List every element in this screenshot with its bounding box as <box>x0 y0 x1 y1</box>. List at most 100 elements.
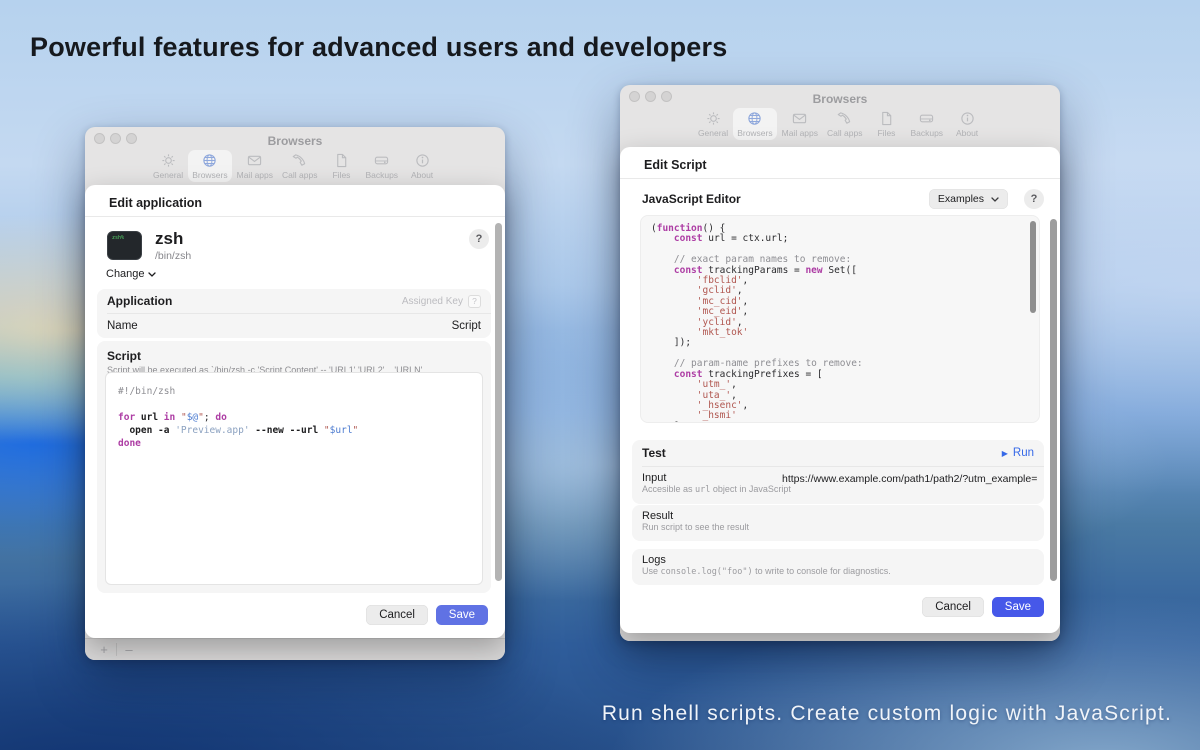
right-titlebar: Browsers <box>620 85 1060 107</box>
terminal-app-icon: zsh% <box>107 231 142 260</box>
logs-group: Logs Use console.log("foo") to write to … <box>632 549 1044 585</box>
chevron-down-icon <box>991 197 999 202</box>
left-titlebar: Browsers <box>85 127 505 149</box>
app-name: zsh <box>155 229 183 249</box>
settings-toolbar: General Browsers Mail apps Call apps Files Ba… <box>85 150 505 186</box>
examples-dropdown[interactable]: Examples <box>929 189 1008 209</box>
toolbar-item-label: General <box>153 170 183 180</box>
toolbar-item-label: Files <box>877 128 895 138</box>
right-window: Browsers General Browsers Mail apps Call ap… <box>620 85 1060 641</box>
result-hint: Run script to see the result <box>642 522 1034 532</box>
toolbar-item-label: About <box>956 128 978 138</box>
help-button[interactable]: ? <box>1024 189 1044 209</box>
globe-icon <box>202 153 217 168</box>
play-icon: ▶ <box>1002 449 1008 458</box>
toolbar-item-mail-apps[interactable]: Mail apps <box>233 150 277 182</box>
toolbar-item-label: Browsers <box>737 128 772 138</box>
settings-toolbar: General Browsers Mail apps Call apps Files Ba… <box>620 108 1060 144</box>
sheet-title: Edit Script <box>644 158 707 172</box>
mail-icon <box>247 153 262 168</box>
toolbar-item-label: Mail apps <box>782 128 818 138</box>
toolbar-item-about[interactable]: About <box>403 150 441 182</box>
toolbar-item-label: Browsers <box>192 170 227 180</box>
toolbar-item-general[interactable]: General <box>694 108 732 140</box>
divider <box>85 216 505 217</box>
cancel-button[interactable]: Cancel <box>366 605 428 625</box>
result-group: Result Run script to see the result <box>632 505 1044 541</box>
test-group: Test ▶ Run Input Accesible as url object… <box>632 440 1044 504</box>
toolbar-item-about[interactable]: About <box>948 108 986 140</box>
gear-icon <box>161 153 176 168</box>
assigned-key-help-button[interactable]: ? <box>468 295 481 308</box>
bottom-bar-divider <box>116 643 117 656</box>
desktop: Powerful features for advanced users and… <box>0 0 1200 750</box>
app-path: /bin/zsh <box>155 250 191 262</box>
toolbar-item-label: Mail apps <box>237 170 273 180</box>
toolbar-item-backups[interactable]: Backups <box>906 108 947 140</box>
window-title: Browsers <box>620 92 1060 106</box>
toolbar-item-call-apps[interactable]: Call apps <box>823 108 866 140</box>
toolbar-item-call-apps[interactable]: Call apps <box>278 150 321 182</box>
edit-script-sheet: Edit Script JavaScript Editor Examples ?… <box>620 147 1060 633</box>
sheet-scrollbar[interactable] <box>1050 219 1057 581</box>
script-group: Script Script will be executed as `/bin/… <box>97 341 491 593</box>
drive-icon <box>374 153 389 168</box>
file-icon <box>879 111 894 126</box>
sheet-title: Edit application <box>109 196 202 210</box>
remove-button[interactable]: – <box>118 642 140 657</box>
save-button[interactable]: Save <box>992 597 1044 617</box>
result-label: Result <box>642 510 1034 522</box>
toolbar-item-browsers[interactable]: Browsers <box>733 108 776 140</box>
toolbar-item-general[interactable]: General <box>149 150 187 182</box>
code-scrollbar[interactable] <box>1030 221 1036 313</box>
page-caption: Run shell scripts. Create custom logic w… <box>602 702 1172 726</box>
save-button[interactable]: Save <box>436 605 488 625</box>
mail-icon <box>792 111 807 126</box>
toolbar-item-files[interactable]: Files <box>867 108 905 140</box>
application-group: Application Assigned Key ? Name Script <box>97 289 491 338</box>
sheet-scrollbar[interactable] <box>495 223 502 581</box>
application-group-header: Application <box>107 294 172 308</box>
toolbar-item-label: Backups <box>365 170 398 180</box>
gear-icon <box>706 111 721 126</box>
logs-label: Logs <box>642 554 1034 566</box>
left-window: Browsers General Browsers Mail apps Call ap… <box>85 127 505 660</box>
edit-application-sheet: Edit application zsh% zsh /bin/zsh Chang… <box>85 185 505 638</box>
toolbar-item-label: Call apps <box>827 128 862 138</box>
toolbar-item-browsers[interactable]: Browsers <box>188 150 231 182</box>
divider <box>620 178 1060 179</box>
help-button[interactable]: ? <box>469 229 489 249</box>
logs-hint: Use console.log("foo") to write to conso… <box>642 566 1034 577</box>
assigned-key-label: Assigned Key ? <box>402 295 481 308</box>
toolbar-item-mail-apps[interactable]: Mail apps <box>778 108 822 140</box>
phone-icon <box>292 153 307 168</box>
javascript-editor-label: JavaScript Editor <box>642 192 741 206</box>
toolbar-item-backups[interactable]: Backups <box>361 150 402 182</box>
cancel-button[interactable]: Cancel <box>922 597 984 617</box>
info-icon <box>415 153 430 168</box>
toolbar-item-label: Call apps <box>282 170 317 180</box>
file-icon <box>334 153 349 168</box>
info-icon <box>960 111 975 126</box>
chevron-down-icon <box>148 272 156 277</box>
test-header: Test <box>642 446 666 460</box>
toolbar-item-label: General <box>698 128 728 138</box>
toolbar-item-files[interactable]: Files <box>322 150 360 182</box>
add-button[interactable]: + <box>93 642 115 657</box>
script-group-header: Script <box>107 349 483 363</box>
globe-icon <box>747 111 762 126</box>
change-app-button[interactable]: Change <box>106 268 156 280</box>
name-label: Name <box>107 320 138 332</box>
toolbar-item-label: Files <box>332 170 350 180</box>
phone-icon <box>837 111 852 126</box>
toolbar-item-label: About <box>411 170 433 180</box>
window-title: Browsers <box>85 134 505 148</box>
toolbar-item-label: Backups <box>910 128 943 138</box>
shell-script-editor[interactable]: #!/bin/zsh for url in "$@"; do open -a '… <box>105 372 483 585</box>
run-button[interactable]: ▶ Run <box>1002 447 1034 459</box>
name-value[interactable]: Script <box>452 320 481 332</box>
input-url-field[interactable]: https://www.example.com/path1/path2/?utm… <box>782 473 1037 485</box>
left-bottom-bar: + – <box>85 638 505 660</box>
javascript-code-editor[interactable]: (function() { const url = ctx.url; // ex… <box>640 215 1040 423</box>
drive-icon <box>919 111 934 126</box>
